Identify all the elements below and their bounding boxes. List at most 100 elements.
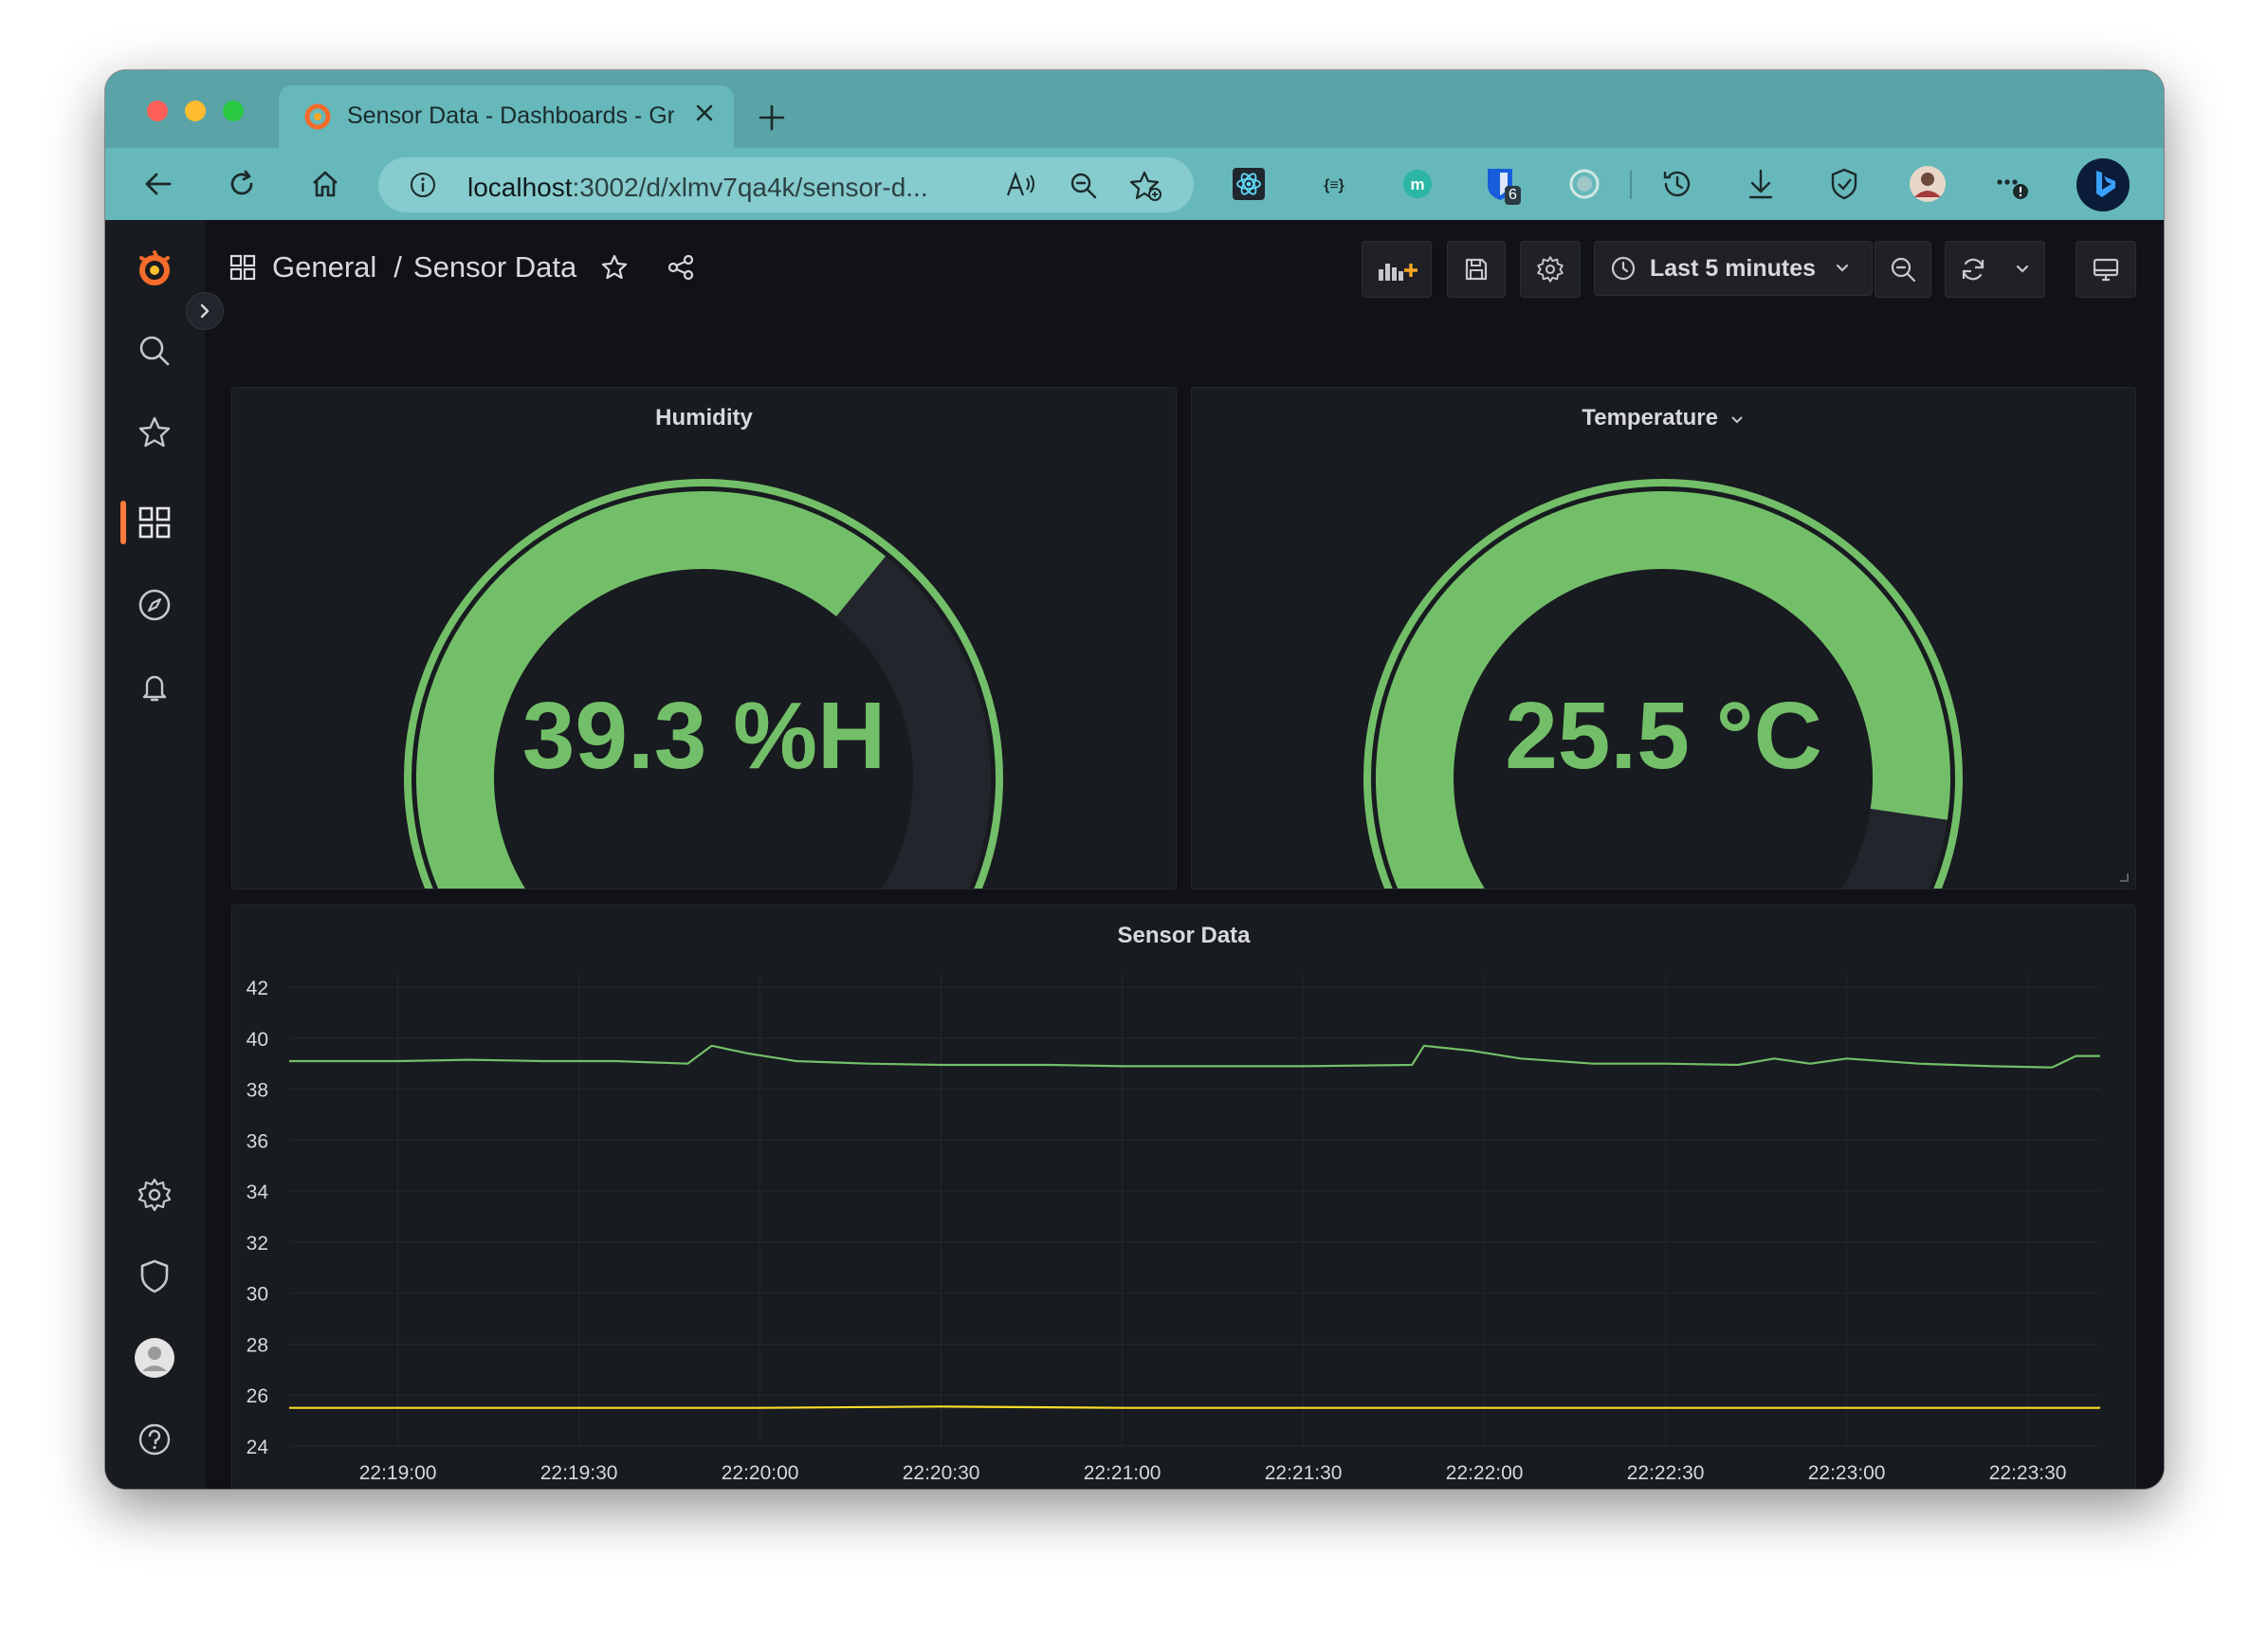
y-tick-label: 32 xyxy=(247,1233,268,1255)
toolbar-divider xyxy=(1630,171,1632,199)
home-icon[interactable] xyxy=(306,165,344,203)
site-info-icon[interactable] xyxy=(409,171,437,204)
expand-sidebar-button[interactable] xyxy=(186,292,224,330)
react-devtools-icon[interactable] xyxy=(1230,165,1268,203)
svg-text:{≡}: {≡} xyxy=(1324,177,1344,193)
svg-text:m: m xyxy=(1410,175,1424,193)
dashboard-settings-button[interactable] xyxy=(1520,241,1581,298)
x-tick-label: 22:21:30 xyxy=(1265,1462,1343,1484)
url-host: localhost xyxy=(467,173,573,202)
grafana-app: General / Sensor Data Last 5 minutes Hum… xyxy=(105,220,2164,1489)
series-line-temperature xyxy=(289,1405,2100,1409)
new-tab-icon[interactable] xyxy=(753,99,791,137)
close-tab-icon[interactable] xyxy=(688,97,721,129)
active-indicator xyxy=(120,501,126,544)
extension-m-icon[interactable]: m xyxy=(1399,165,1436,203)
y-tick-label: 28 xyxy=(247,1334,268,1356)
browser-window: Sensor Data - Dashboards - Grafana local… xyxy=(105,70,2164,1489)
tab-bar: Sensor Data - Dashboards - Grafana xyxy=(105,70,2164,148)
dashboard-grid-icon xyxy=(229,253,257,282)
user-avatar[interactable] xyxy=(128,1331,181,1384)
temperature-gauge xyxy=(1363,479,1963,889)
downloads-icon[interactable] xyxy=(1742,165,1780,203)
y-tick-label: 36 xyxy=(247,1130,268,1152)
refresh-interval-chevron-icon[interactable] xyxy=(2013,260,2032,279)
help-icon[interactable] xyxy=(128,1413,181,1466)
reload-icon[interactable] xyxy=(223,165,261,203)
dashboards-icon[interactable] xyxy=(128,496,181,549)
add-panel-button[interactable] xyxy=(1362,241,1432,298)
browser-toolbar: localhost:3002/d/xlmv7qa4k/sensor-d... {… xyxy=(105,148,2164,220)
starred-icon[interactable] xyxy=(128,406,181,459)
x-tick-label: 22:22:00 xyxy=(1446,1462,1524,1484)
refresh-button[interactable] xyxy=(1945,241,2045,298)
close-window-button[interactable] xyxy=(147,101,168,121)
share-icon[interactable] xyxy=(666,252,696,283)
server-admin-shield-icon[interactable] xyxy=(128,1250,181,1303)
save-dashboard-button[interactable] xyxy=(1447,241,1506,298)
minimize-window-button[interactable] xyxy=(185,101,206,121)
view-mode-button[interactable] xyxy=(2076,241,2136,298)
alerting-icon[interactable] xyxy=(128,660,181,713)
bing-copilot-icon[interactable] xyxy=(2076,157,2131,212)
profile-avatar[interactable] xyxy=(1909,165,1947,203)
bitwarden-icon[interactable]: 6 xyxy=(1482,165,1521,205)
extension-badge: 6 xyxy=(1505,186,1521,205)
x-tick-label: 22:19:30 xyxy=(540,1462,618,1484)
y-tick-label: 26 xyxy=(247,1385,268,1407)
temperature-value: 25.5 °C xyxy=(1505,683,1822,789)
humidity-gauge xyxy=(404,479,1003,889)
breadcrumb: General / Sensor Data xyxy=(229,248,696,286)
favorite-add-icon[interactable] xyxy=(1129,169,1163,208)
resize-handle-icon[interactable] xyxy=(2116,870,2130,883)
url-path: :3002/d/xlmv7qa4k/sensor-d... xyxy=(572,173,928,202)
search-icon[interactable] xyxy=(128,324,181,377)
x-tick-label: 22:20:00 xyxy=(722,1462,799,1484)
extension-circle-icon[interactable] xyxy=(1565,165,1603,203)
star-dashboard-icon[interactable] xyxy=(599,252,630,283)
x-tick-label: 22:20:30 xyxy=(903,1462,980,1484)
address-bar[interactable]: localhost:3002/d/xlmv7qa4k/sensor-d... xyxy=(378,157,1194,212)
grafana-logo-icon[interactable] xyxy=(128,243,181,296)
y-tick-label: 34 xyxy=(247,1182,269,1203)
zoom-out-icon[interactable] xyxy=(1069,171,1099,206)
chevron-down-icon xyxy=(1836,264,1849,272)
grafana-favicon-icon xyxy=(303,102,332,131)
tab-title: Sensor Data - Dashboards - Grafana xyxy=(347,102,674,129)
clock-icon xyxy=(1611,256,1636,281)
back-icon[interactable] xyxy=(139,165,177,203)
configuration-icon[interactable] xyxy=(128,1168,181,1221)
y-tick-label: 42 xyxy=(247,978,268,999)
y-tick-label: 24 xyxy=(247,1437,269,1458)
history-icon[interactable] xyxy=(1658,165,1696,203)
breadcrumb-separator: / xyxy=(393,250,402,284)
json-formatter-icon[interactable]: {≡} xyxy=(1315,165,1353,203)
zoom-out-time-button[interactable] xyxy=(1875,241,1931,298)
more-icon[interactable] xyxy=(1992,165,2030,203)
x-tick-label: 22:22:30 xyxy=(1627,1462,1705,1484)
sidebar xyxy=(105,220,205,1489)
maximize-window-button[interactable] xyxy=(223,101,244,121)
temperature-panel[interactable]: Temperature 25.5 °C xyxy=(1191,387,2136,889)
series-line-humidity xyxy=(289,1044,2100,1069)
read-aloud-icon[interactable] xyxy=(1004,171,1036,204)
sensor-data-chart: 42 40 38 36 34 32 30 28 26 24 22:19:00 22:19:30 22:2… xyxy=(247,974,2100,1484)
time-range-picker[interactable]: Last 5 minutes xyxy=(1594,241,1873,296)
refresh-icon xyxy=(1962,258,1984,281)
y-tick-label: 38 xyxy=(247,1080,268,1102)
humidity-panel[interactable]: Humidity 39.3 %H xyxy=(231,387,1177,889)
page-title: Sensor Data xyxy=(412,250,577,284)
breadcrumb-folder[interactable]: General xyxy=(272,250,376,284)
y-tick-label: 30 xyxy=(247,1284,268,1306)
browser-tab[interactable]: Sensor Data - Dashboards - Grafana xyxy=(279,85,734,148)
x-tick-label: 22:21:00 xyxy=(1084,1462,1161,1484)
browser-essentials-icon[interactable] xyxy=(1825,165,1863,203)
url-text[interactable]: localhost:3002/d/xlmv7qa4k/sensor-d... xyxy=(467,173,928,203)
x-tick-label: 22:19:00 xyxy=(359,1462,437,1484)
humidity-value: 39.3 %H xyxy=(521,683,887,789)
time-range-label: Last 5 minutes xyxy=(1650,254,1817,282)
explore-icon[interactable] xyxy=(128,578,181,632)
sensor-data-panel[interactable]: Sensor Data 42 40 38 36 34 32 30 28 26 24 22:19:00… xyxy=(231,905,2136,1489)
x-tick-label: 22:23:00 xyxy=(1808,1462,1886,1484)
y-tick-label: 40 xyxy=(247,1029,268,1051)
